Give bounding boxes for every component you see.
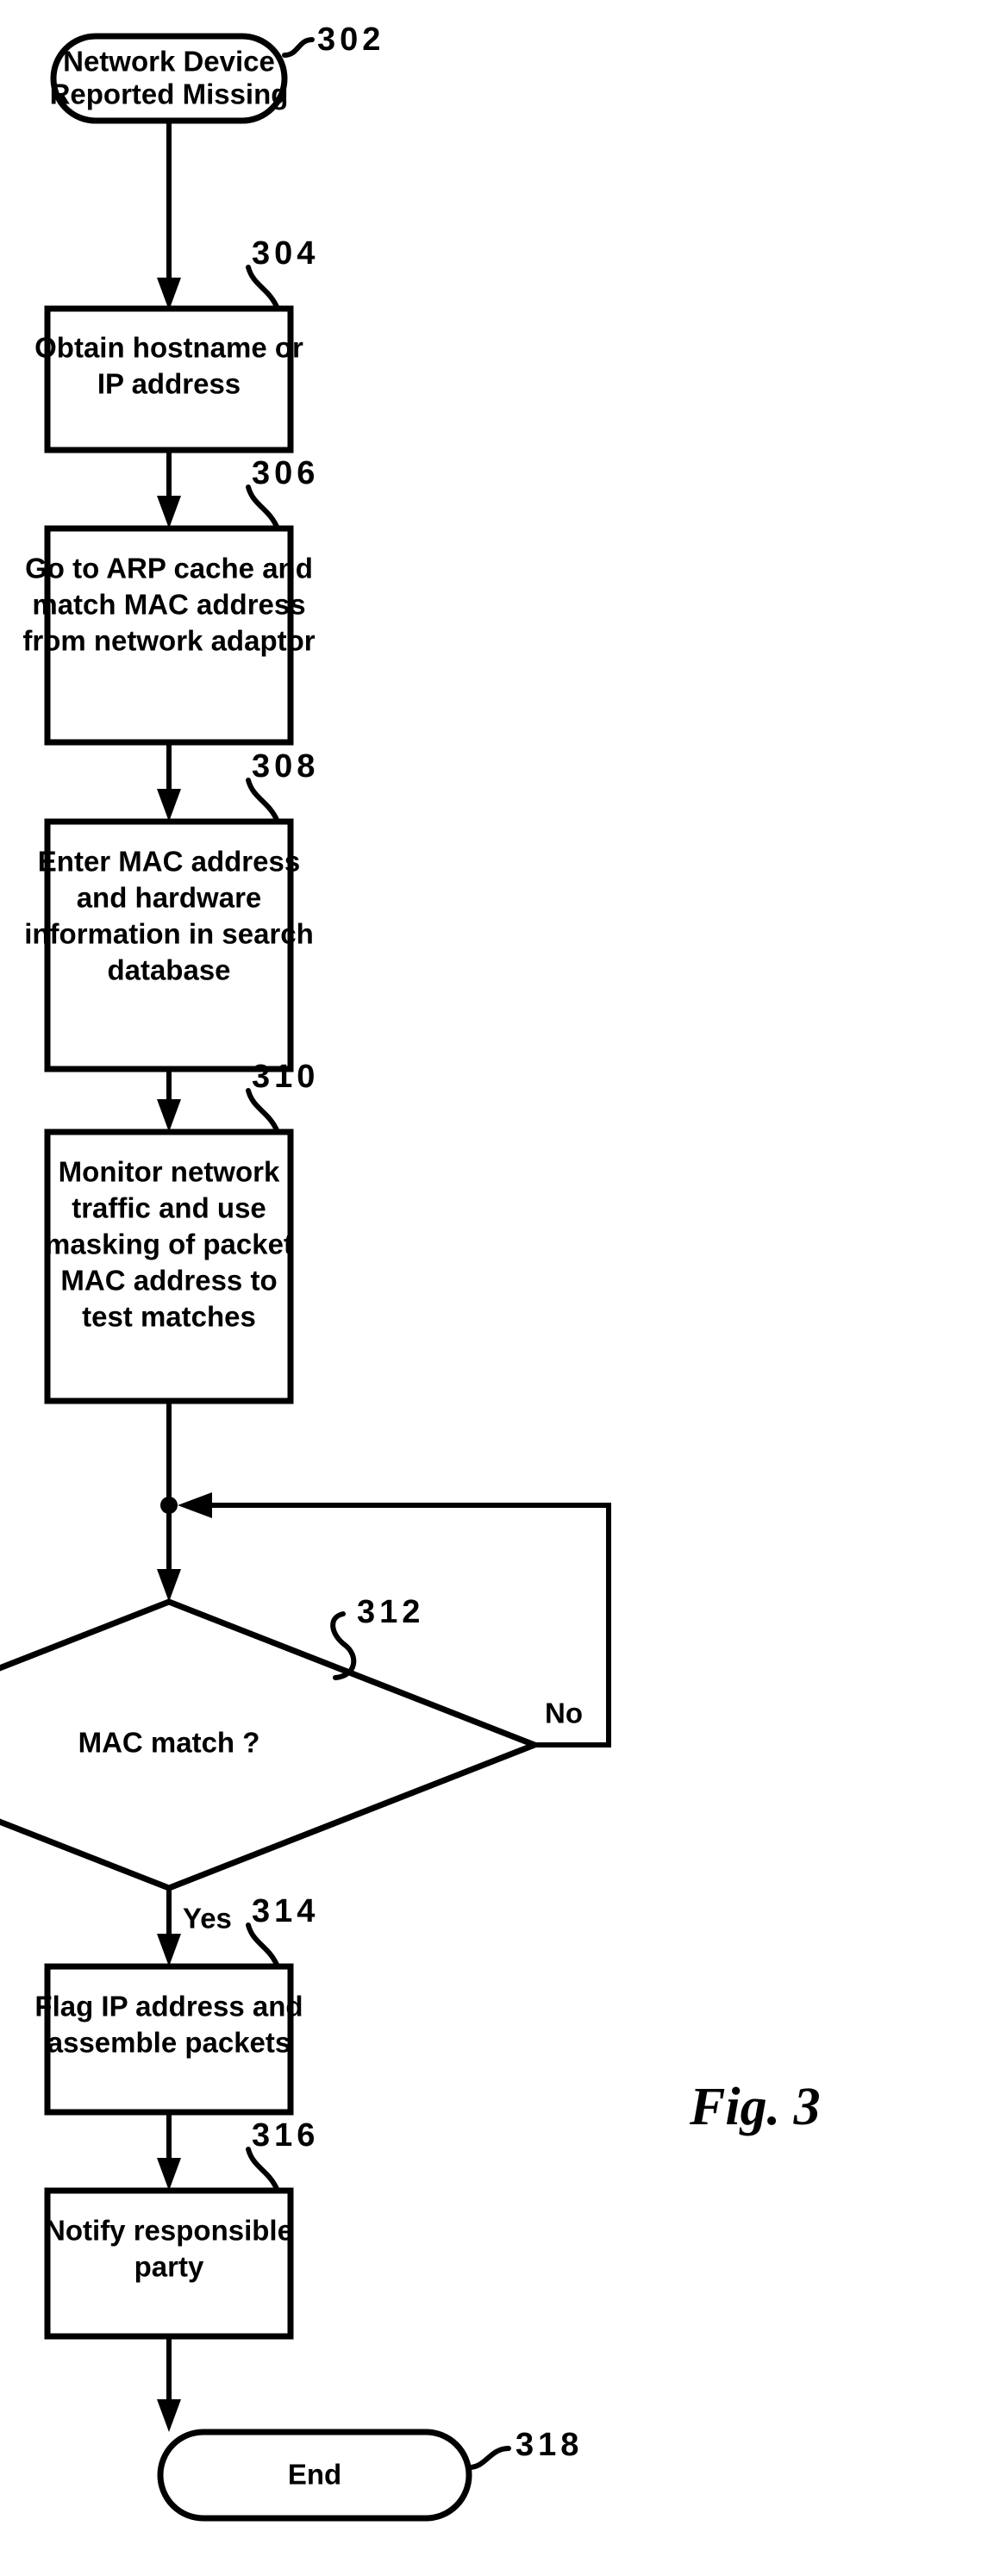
connector-316-to-end — [157, 2336, 181, 2432]
edge-label-no: No — [545, 1698, 583, 1729]
ref-leader-306 — [246, 485, 280, 531]
node-step-308[interactable]: Enter MAC address and hardware informati… — [24, 818, 314, 1072]
node-306-line3: from network adaptor — [22, 625, 315, 657]
node-step-304[interactable]: Obtain hostname or IP address — [34, 305, 303, 453]
node-end-line1: End — [288, 2459, 341, 2491]
node-304-line1: Obtain hostname or — [34, 332, 303, 364]
ref-leader-316 — [246, 2147, 280, 2193]
node-314-line2: assemble packets — [47, 2027, 291, 2059]
connector-312-to-314 — [157, 1888, 181, 1966]
node-312-line1: MAC match ? — [78, 1727, 260, 1759]
ref-number-306: 306 — [252, 455, 319, 491]
node-314-line1: Flag IP address and — [34, 1991, 303, 2023]
ref-leader-310 — [246, 1088, 280, 1135]
ref-leader-318 — [466, 2446, 511, 2470]
node-start-line2: Reported Missing — [50, 78, 289, 110]
node-306-line1: Go to ARP cache and — [25, 553, 313, 585]
node-316-line2: party — [134, 2251, 204, 2283]
node-end[interactable]: End — [157, 2429, 472, 2522]
connector-308-to-310 — [157, 1069, 181, 1132]
ref-leader-304 — [246, 265, 280, 311]
ref-number-308: 308 — [252, 748, 319, 785]
ref-number-316: 316 — [252, 2117, 319, 2154]
ref-leader-302 — [282, 37, 315, 58]
connector-314-to-316 — [157, 2112, 181, 2191]
figure-label: Fig. 3 — [689, 2078, 821, 2136]
node-310-line4: MAC address to — [60, 1265, 277, 1297]
connector-start-to-304 — [157, 121, 181, 310]
node-308-line3: information in search — [24, 918, 314, 950]
node-step-316[interactable]: Notify responsible party — [44, 2187, 294, 2340]
ref-leader-308 — [246, 778, 280, 824]
node-304-line2: IP address — [97, 368, 241, 400]
node-step-310[interactable]: Monitor network traffic and use masking … — [44, 1129, 294, 1404]
ref-number-302: 302 — [317, 22, 384, 58]
ref-number-310: 310 — [252, 1059, 319, 1095]
ref-leader-314 — [246, 1923, 280, 1969]
node-decision-312[interactable]: MAC match ? — [0, 1598, 543, 1891]
node-start-line1: Network Device — [63, 46, 275, 78]
ref-number-304: 304 — [252, 235, 319, 272]
node-step-314[interactable]: Flag IP address and assemble packets — [34, 1963, 303, 2116]
node-start[interactable]: Network Device Reported Missing — [50, 33, 289, 124]
ref-number-314: 314 — [252, 1893, 319, 1929]
node-310-line1: Monitor network — [59, 1156, 280, 1188]
connector-304-to-306 — [157, 450, 181, 528]
ref-number-318: 318 — [516, 2427, 583, 2463]
flowchart-canvas: Network Device Reported Missing 302 Obta… — [0, 22, 821, 2522]
patent-figure-3: Network Device Reported Missing 302 Obta… — [0, 0, 1000, 2576]
node-316-line1: Notify responsible — [45, 2215, 293, 2247]
node-308-line1: Enter MAC address — [38, 846, 300, 878]
node-step-306[interactable]: Go to ARP cache and match MAC address fr… — [22, 525, 316, 746]
node-310-line3: masking of packet — [45, 1229, 293, 1260]
node-310-line5: test matches — [82, 1301, 256, 1333]
edge-label-yes: Yes — [183, 1903, 232, 1935]
node-308-line4: database — [107, 954, 230, 986]
node-310-line2: traffic and use — [72, 1192, 266, 1224]
node-308-line2: and hardware — [77, 882, 262, 914]
connector-310-to-312 — [157, 1401, 181, 1602]
node-306-line2: match MAC address — [32, 589, 305, 621]
connector-306-to-308 — [157, 742, 181, 822]
ref-number-312: 312 — [357, 1594, 424, 1630]
